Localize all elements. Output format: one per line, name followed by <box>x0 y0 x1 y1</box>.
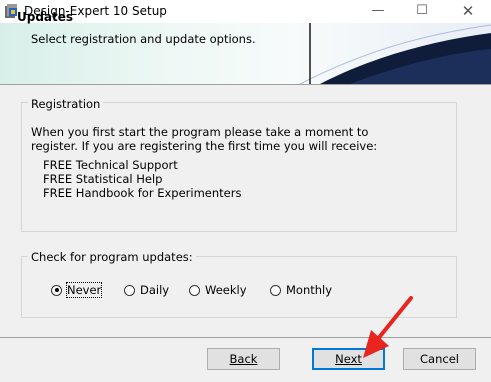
radio-unselected-icon <box>124 284 135 296</box>
banner-graphic <box>299 23 491 84</box>
header-divider <box>0 84 491 85</box>
radio-monthly-label: Monthly <box>286 283 333 297</box>
footer-divider <box>0 337 491 338</box>
registration-legend: Registration <box>28 97 104 111</box>
red-arrow-icon <box>363 296 413 358</box>
radio-daily[interactable]: Daily <box>124 282 169 298</box>
radio-unselected-icon <box>189 284 200 296</box>
radio-weekly-label: Weekly <box>205 283 247 297</box>
close-button[interactable]: ✕ <box>446 0 490 23</box>
page-title: Updates <box>17 10 74 24</box>
back-button[interactable]: Back <box>207 348 280 370</box>
radio-weekly[interactable]: Weekly <box>189 282 247 298</box>
updates-legend: Check for program updates: <box>28 250 196 264</box>
page-subtitle: Select registration and update options. <box>31 32 256 46</box>
radio-never[interactable]: Never <box>51 282 103 298</box>
radio-never-label: Never <box>65 282 103 298</box>
radio-selected-icon <box>51 284 62 296</box>
registration-item: FREE Technical Support <box>43 158 178 172</box>
minimize-button[interactable]: — <box>356 0 400 23</box>
registration-intro-line-2: register. If you are registering the fir… <box>31 139 378 153</box>
registration-item: FREE Handbook for Experimenters <box>43 186 242 200</box>
radio-unselected-icon <box>270 284 281 296</box>
registration-item: FREE Statistical Help <box>43 172 163 186</box>
back-label: Back <box>229 352 258 366</box>
radio-monthly[interactable]: Monthly <box>270 282 332 298</box>
registration-intro-line-1: When you first start the program please … <box>31 125 369 139</box>
maximize-button[interactable]: ☐ <box>400 0 444 23</box>
radio-daily-label: Daily <box>140 283 170 297</box>
